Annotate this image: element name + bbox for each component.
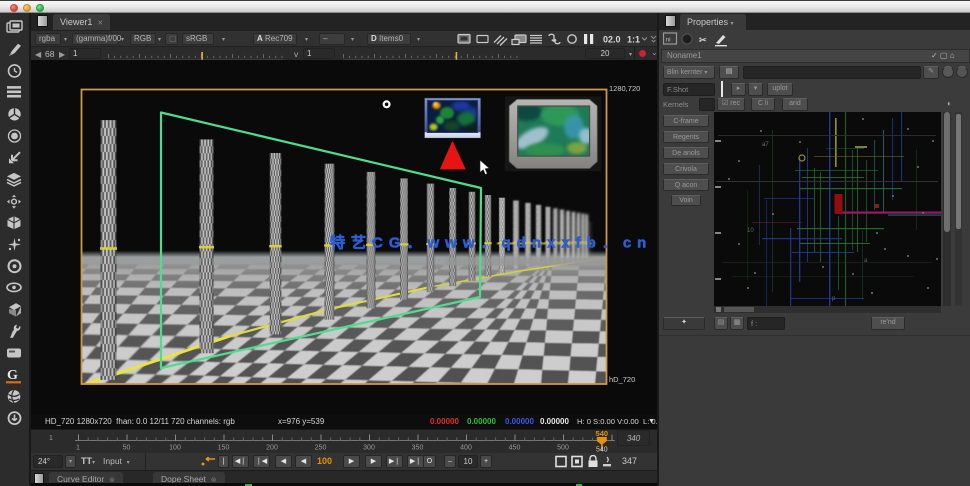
svg-text:200: 200 — [266, 445, 278, 452]
svg-text:50: 50 — [123, 445, 131, 452]
svg-text:400: 400 — [460, 445, 472, 452]
svg-text:1:1: 1:1 — [627, 35, 640, 45]
svg-text:350: 350 — [412, 445, 424, 452]
svg-text:✂: ✂ — [699, 35, 707, 45]
svg-text:150: 150 — [218, 445, 230, 452]
svg-text:1: 1 — [76, 445, 80, 452]
svg-text:450: 450 — [509, 445, 521, 452]
svg-text:100: 100 — [169, 445, 181, 452]
svg-text:540: 540 — [596, 429, 609, 438]
svg-text:a7: a7 — [762, 142, 769, 148]
svg-text:02.0: 02.0 — [603, 35, 621, 45]
svg-text:10: 10 — [747, 228, 754, 234]
svg-text:特艺CG．www．qdnxxfb．cn: 特艺CG．www．qdnxxfb．cn — [330, 234, 652, 252]
svg-text:hD_720: hD_720 — [609, 375, 635, 384]
svg-text:1280,720: 1280,720 — [609, 84, 640, 93]
svg-text:ni: ni — [666, 37, 671, 44]
svg-text:G: G — [7, 368, 18, 383]
svg-text:500: 500 — [557, 445, 569, 452]
svg-text:250: 250 — [315, 445, 327, 452]
svg-text:1: 1 — [49, 435, 53, 442]
svg-text:300: 300 — [363, 445, 375, 452]
